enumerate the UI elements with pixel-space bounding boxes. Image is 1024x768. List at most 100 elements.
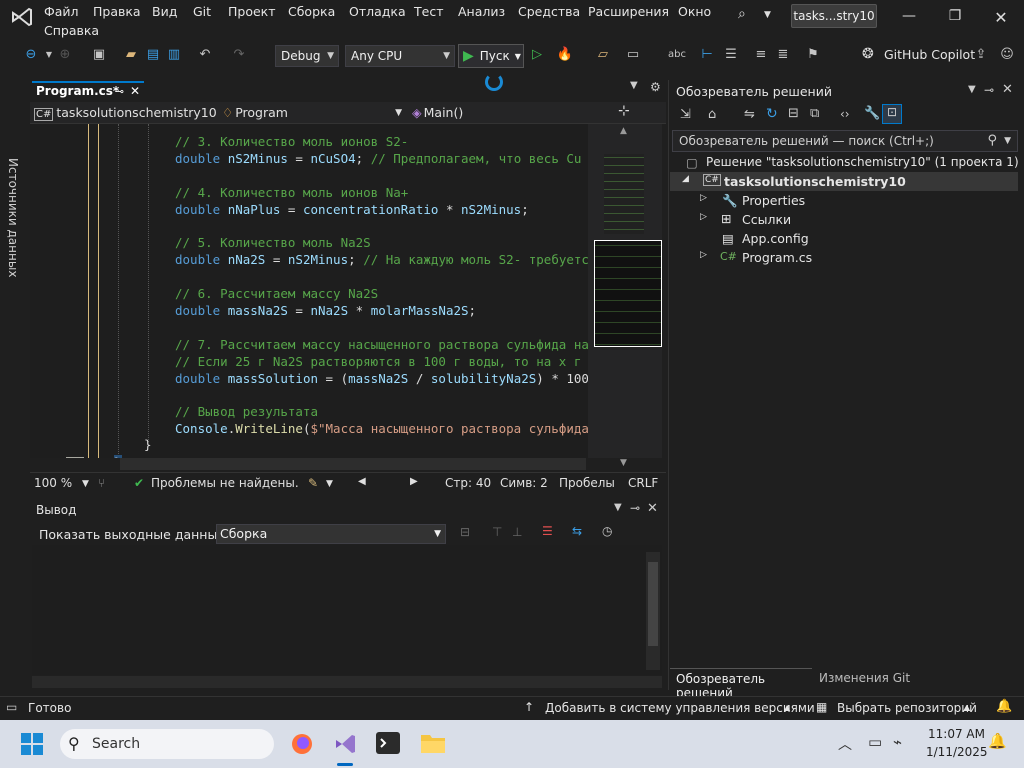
tab-dropdown-icon[interactable]: ▼ [630,80,638,91]
new-project-icon[interactable]: ▣ [90,46,108,64]
visual-studio-taskbar-icon[interactable] [332,731,358,757]
clear-all-icon[interactable]: ☰ [542,524,553,538]
scroll-right-icon[interactable]: ▶ [410,476,418,487]
notifications-icon[interactable]: 🔔 [996,699,1012,714]
menu-window[interactable]: Окно [678,4,711,19]
preview-icon[interactable]: ⊡ [882,104,902,124]
home-icon[interactable]: ⌂ [708,107,716,122]
data-sources-strip[interactable]: Источники данных [0,78,26,693]
solution-search-input[interactable]: Обозреватель решений — поиск (Ctrl+;) ⚲ … [672,130,1018,152]
menu-tools[interactable]: Средства [518,4,580,19]
line-number[interactable]: Стр: 40 [445,476,491,490]
close-output-icon[interactable]: ✕ [647,501,658,516]
menu-edit[interactable]: Правка [93,4,141,19]
spellcheck-icon[interactable]: abc [668,46,686,64]
menu-help[interactable]: Справка [44,23,99,38]
menu-analyze[interactable]: Анализ [458,4,505,19]
next-message-icon[interactable]: ⊥ [512,525,522,539]
minimap-viewport[interactable] [594,240,662,347]
output-dropdown-icon[interactable]: ▼ [614,502,622,513]
tree-item-references[interactable]: Ссылки [742,212,791,227]
scroll-up-icon[interactable]: ▲ [620,126,627,136]
expand-program-icon[interactable]: ▷ [700,250,707,260]
config-select[interactable]: Debug ▼ [275,45,339,67]
indent-icon[interactable]: ☰ [722,46,740,64]
feedback-icon[interactable]: ☺ [998,46,1016,64]
word-wrap-icon[interactable]: ⇆ [572,524,582,538]
tree-item-app-config[interactable]: App.config [742,231,809,246]
clock-time[interactable]: 11:07 AM [928,727,985,741]
back-icon[interactable]: ⊖ [22,46,40,64]
member-nav-select[interactable]: ◈ Main() [412,103,592,123]
maximize-button[interactable]: ❐ [940,8,970,24]
add-to-source-control[interactable]: Добавить в систему управления версиями [545,701,815,715]
expand-references-icon[interactable]: ▷ [700,212,707,222]
search-dropdown-icon[interactable]: ▼ [764,10,771,20]
copilot-button[interactable]: GitHub Copilot [884,47,975,62]
close-panel-icon[interactable]: ✕ [1002,82,1013,97]
menu-view[interactable]: Вид [152,4,177,19]
pin-icon[interactable]: ⊸ [984,83,994,97]
undo-icon[interactable]: ↶ [196,46,214,64]
tab-program-cs[interactable]: Program.cs* ⊸ ✕ [32,81,144,101]
cleanup-dropdown-icon[interactable]: ▼ [326,479,333,489]
expand-project-icon[interactable]: ◢ [682,174,689,184]
line-ending[interactable]: CRLF [628,476,658,490]
close-button[interactable]: ✕ [986,8,1016,27]
tree-item-properties[interactable]: Properties [742,193,805,208]
prev-message-icon[interactable]: ⊤ [492,525,502,539]
quick-action-icon[interactable] [66,457,84,458]
pin-icon[interactable]: ⊸ [115,83,124,100]
comment-icon[interactable]: ≡ [752,46,770,64]
project-nav-select[interactable]: C# tasksolutionschemistry10 [34,103,218,123]
split-editor-icon[interactable]: ⊹ [618,103,630,119]
switch-views-icon[interactable]: ⇋ [744,107,755,122]
zoom-level[interactable]: 100 % [34,476,72,490]
windows-start-icon[interactable] [20,732,44,756]
minimap[interactable]: ▲ ▼ [588,124,662,468]
code-editor[interactable]: // 3. Количество моль ионов S2- double nS… [30,124,588,458]
tree-project[interactable]: tasksolutionschemistry10 [724,174,906,189]
clock-date[interactable]: 1/11/2025 [926,745,988,759]
sync-icon[interactable]: ⇲ [680,107,691,122]
tree-item-program-cs[interactable]: Program.cs [742,250,812,265]
find-message-icon[interactable]: ⊟ [460,525,470,539]
tab-solution-explorer[interactable]: Обозреватель решений [670,668,812,700]
git-branch-icon[interactable]: ⑂ [98,476,105,490]
monitor-icon[interactable]: ▭ [868,733,882,751]
settings-icon[interactable]: ⚙ [650,80,661,94]
expand-properties-icon[interactable]: ▷ [700,193,707,203]
tab-git-changes[interactable]: Изменения Git [819,671,910,685]
start-without-debug-icon[interactable]: ▷ [528,46,546,64]
refresh-icon[interactable]: ↻ [766,106,778,122]
close-tab-icon[interactable]: ✕ [130,83,140,100]
code-lens-icon[interactable]: ⚲ [92,456,101,458]
share-icon[interactable]: ⇪ [972,46,990,64]
file-explorer-icon[interactable] [420,732,446,754]
save-icon[interactable]: ▤ [144,46,162,64]
pin-icon[interactable]: ⊸ [630,501,640,515]
timestamp-icon[interactable]: ◷ [602,524,612,538]
redo-icon[interactable]: ↷ [230,46,248,64]
chevron-up-icon[interactable]: ︿ [838,734,852,754]
layout-icon[interactable]: ▭ [624,46,642,64]
panel-dropdown-icon[interactable]: ▼ [968,84,976,95]
select-repository[interactable]: Выбрать репозиторий [837,701,977,715]
menu-extensions[interactable]: Расширения [588,4,669,19]
output-text-area[interactable] [32,545,662,675]
column-number[interactable]: Симв: 2 [500,476,548,490]
zoom-dropdown-icon[interactable]: ▼ [82,479,89,489]
collapse-all-icon[interactable]: ⊟ [788,106,799,121]
output-vertical-scrollbar[interactable] [646,552,660,670]
open-folder-icon[interactable]: ▰ [122,46,140,64]
whitespace-mode[interactable]: Пробелы [559,476,615,490]
bookmark-icon[interactable]: ⚑ [804,46,822,64]
view-code-icon[interactable]: ‹› [840,107,850,121]
menu-file[interactable]: Файл [44,4,79,19]
output-horizontal-scrollbar[interactable] [32,676,662,688]
menu-test[interactable]: Тест [414,4,443,19]
notification-bell-icon[interactable]: 🔔 [988,732,1007,750]
properties-icon[interactable]: 🔧 [864,106,880,121]
save-all-icon[interactable]: ▥ [165,46,183,64]
problems-status[interactable]: Проблемы не найдены. [151,476,299,490]
